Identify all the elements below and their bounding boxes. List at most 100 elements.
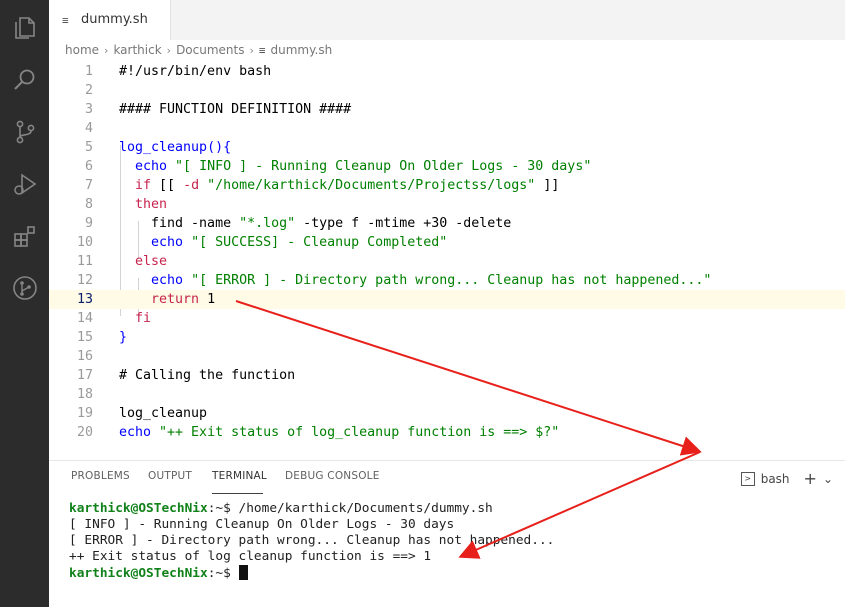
tab-label: dummy.sh bbox=[81, 12, 148, 27]
code-line[interactable]: 19 log_cleanup bbox=[49, 404, 845, 423]
files-icon[interactable] bbox=[11, 14, 39, 42]
code-line[interactable]: 1 #!/usr/bin/env bash bbox=[49, 62, 845, 81]
line-number: 1 bbox=[84, 64, 93, 79]
terminal-line-1: karthick@OSTechNix:~$ /home/karthick/Doc… bbox=[69, 501, 493, 517]
breadcrumb-documents[interactable]: Documents bbox=[176, 43, 244, 57]
terminal-controls: > bash + ⌄ bbox=[740, 469, 833, 488]
chevron-right-icon: › bbox=[104, 43, 109, 57]
code-token: (){ bbox=[207, 140, 232, 155]
line-number: 15 bbox=[76, 330, 93, 345]
bottom-panel: PROBLEMS OUTPUT TERMINAL DEBUG CONSOLE >… bbox=[49, 460, 845, 607]
code-line[interactable]: 12 echo "[ ERROR ] - Directory path wron… bbox=[49, 271, 845, 290]
extensions-icon[interactable] bbox=[11, 222, 39, 250]
code-editor[interactable]: 1 #!/usr/bin/env bash 2 3 #### FUNCTION DEFI… bbox=[49, 60, 845, 457]
code-text: return 1 bbox=[119, 290, 215, 309]
add-terminal-button[interactable]: + bbox=[804, 469, 817, 488]
code-text: log_cleanup bbox=[119, 404, 207, 423]
terminal-output-3: ++ Exit status of log cleanup function i… bbox=[69, 549, 432, 564]
line-number: 5 bbox=[84, 140, 93, 155]
prompt-suffix: :~$ bbox=[207, 566, 239, 581]
line-number: 17 bbox=[76, 368, 93, 383]
code-token: find -name bbox=[119, 216, 240, 231]
line-number: 2 bbox=[84, 83, 93, 98]
code-line[interactable]: 4 bbox=[49, 119, 845, 138]
code-token: echo bbox=[119, 273, 192, 288]
chevron-down-icon[interactable]: ⌄ bbox=[823, 472, 833, 486]
code-text: echo "[ ERROR ] - Directory path wrong..… bbox=[119, 271, 711, 290]
code-token: "++ Exit status of log_cleanup function … bbox=[159, 425, 560, 440]
code-line[interactable]: 16 bbox=[49, 347, 845, 366]
code-line[interactable]: 5 log_cleanup(){ bbox=[49, 138, 845, 157]
code-text: find -name "*.log" -type f -mtime +30 -d… bbox=[119, 214, 511, 233]
search-icon[interactable] bbox=[11, 66, 39, 94]
code-text: then bbox=[119, 195, 167, 214]
code-token: [[ bbox=[159, 178, 184, 193]
code-token: "[ ERROR ] - Directory path wrong... Cle… bbox=[191, 273, 712, 288]
code-text: echo "++ Exit status of log_cleanup func… bbox=[119, 423, 559, 442]
code-token: #### FUNCTION DEFINITION #### bbox=[119, 102, 352, 117]
line-number: 8 bbox=[84, 197, 93, 212]
code-token: ]] bbox=[535, 178, 560, 193]
code-text: echo "[ INFO ] - Running Cleanup On Olde… bbox=[119, 157, 591, 176]
line-number: 13 bbox=[76, 292, 93, 307]
code-line[interactable]: 8 then bbox=[49, 195, 845, 214]
code-token: echo bbox=[119, 159, 176, 174]
breadcrumb-karthick[interactable]: karthick bbox=[113, 43, 161, 57]
code-token: if bbox=[119, 178, 160, 193]
shell-select[interactable]: bash bbox=[761, 472, 790, 486]
line-number: 19 bbox=[76, 406, 93, 421]
code-text: else bbox=[119, 252, 167, 271]
code-line[interactable]: 17 # Calling the function bbox=[49, 366, 845, 385]
tab-dummy-sh[interactable]: ≡ dummy.sh bbox=[49, 0, 171, 40]
line-number: 9 bbox=[84, 216, 93, 231]
tab-debug-console[interactable]: DEBUG CONSOLE bbox=[285, 470, 380, 482]
code-line[interactable]: 11 else bbox=[49, 252, 845, 271]
tab-output[interactable]: OUTPUT bbox=[148, 470, 192, 482]
tab-terminal[interactable]: TERMINAL bbox=[212, 470, 267, 482]
terminal-output-1: [ INFO ] - Running Cleanup On Older Logs… bbox=[69, 517, 455, 532]
code-line[interactable]: 10 echo "[ SUCCESS] - Cleanup Completed" bbox=[49, 233, 845, 252]
line-number: 6 bbox=[84, 159, 93, 174]
code-token: echo bbox=[119, 425, 160, 440]
git-graph-icon[interactable] bbox=[11, 274, 39, 302]
prompt-user: karthick@OSTechNix bbox=[69, 566, 208, 581]
code-token: "[ INFO ] - Running Cleanup On Older Log… bbox=[175, 159, 592, 174]
code-line[interactable]: 9 find -name "*.log" -type f -mtime +30 … bbox=[49, 214, 845, 233]
terminal-output-2: [ ERROR ] - Directory path wrong... Clea… bbox=[69, 533, 555, 548]
code-line[interactable]: 20 echo "++ Exit status of log_cleanup fu… bbox=[49, 423, 845, 442]
tab-problems[interactable]: PROBLEMS bbox=[71, 470, 130, 482]
code-line[interactable]: 3 #### FUNCTION DEFINITION #### bbox=[49, 100, 845, 119]
code-token: log_cleanup bbox=[119, 140, 208, 155]
prompt-user: karthick@OSTechNix bbox=[69, 501, 208, 516]
code-line[interactable]: 15} bbox=[49, 328, 845, 347]
code-text: log_cleanup(){ bbox=[119, 138, 231, 157]
code-text: } bbox=[119, 328, 127, 347]
file-lines-icon: ≡ bbox=[62, 14, 69, 27]
code-token: "/home/karthick/Documents/Projectss/logs… bbox=[207, 178, 536, 193]
code-token: echo bbox=[119, 235, 192, 250]
code-line[interactable]: 7 if [[ -d "/home/karthick/Documents/Pro… bbox=[49, 176, 845, 195]
source-control-icon[interactable] bbox=[11, 118, 39, 146]
run-debug-icon[interactable] bbox=[11, 170, 39, 198]
breadcrumb-file[interactable]: dummy.sh bbox=[271, 43, 333, 57]
code-line[interactable]: 2 bbox=[49, 81, 845, 100]
line-number: 18 bbox=[76, 387, 93, 402]
breadcrumb-home[interactable]: home bbox=[65, 43, 99, 57]
line-number: 3 bbox=[84, 102, 93, 117]
code-token: #!/usr/bin/env bash bbox=[119, 64, 272, 79]
code-token: 1 bbox=[207, 292, 216, 307]
code-token: return bbox=[119, 292, 208, 307]
code-text: fi bbox=[119, 309, 151, 328]
code-text: echo "[ SUCCESS] - Cleanup Completed" bbox=[119, 233, 447, 252]
line-number: 16 bbox=[76, 349, 93, 364]
code-line[interactable]: 6 echo "[ INFO ] - Running Cleanup On Ol… bbox=[49, 157, 845, 176]
code-text: if [[ -d "/home/karthick/Documents/Proje… bbox=[119, 176, 559, 195]
line-number: 14 bbox=[76, 311, 93, 326]
code-line[interactable]: 14 fi bbox=[49, 309, 845, 328]
terminal-line-prompt[interactable]: karthick@OSTechNix:~$ bbox=[69, 565, 248, 582]
code-token: -d bbox=[183, 178, 208, 193]
line-number: 11 bbox=[76, 254, 93, 269]
code-line[interactable]: 13 return 1 bbox=[49, 290, 845, 309]
code-token: else bbox=[119, 254, 168, 269]
code-line[interactable]: 18 bbox=[49, 385, 845, 404]
